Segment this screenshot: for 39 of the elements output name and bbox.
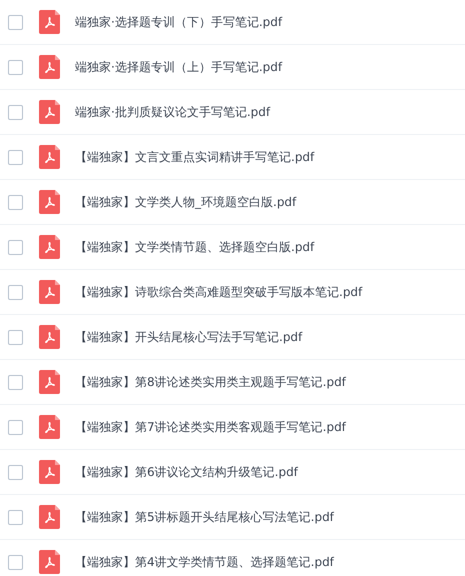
file-name[interactable]: 【端独家】第7讲论述类实用类客观题手写笔记.pdf xyxy=(75,418,346,436)
pdf-file-icon xyxy=(39,55,60,79)
checkbox[interactable] xyxy=(8,104,23,120)
pdf-file-icon xyxy=(39,550,60,574)
pdf-file-icon xyxy=(39,505,60,529)
checkbox[interactable] xyxy=(8,554,23,570)
file-name[interactable]: 【端独家】诗歌综合类高难题型突破手写版本笔记.pdf xyxy=(75,284,362,300)
file-name[interactable]: 【端独家】第5讲标题开头结尾核心写法笔记.pdf xyxy=(75,508,334,526)
file-name[interactable]: 【端独家】文学类人物_环境题空白版.pdf xyxy=(75,194,296,210)
file-name[interactable]: 【端独家】文学类情节题、选择题空白版.pdf xyxy=(75,238,314,256)
checkbox[interactable] xyxy=(8,14,23,30)
pdf-file-icon xyxy=(39,100,60,124)
checkbox[interactable] xyxy=(8,194,23,210)
pdf-file-icon xyxy=(39,190,60,214)
checkbox[interactable] xyxy=(8,60,23,74)
file-name[interactable]: 【端独家】文言文重点实词精讲手写笔记.pdf xyxy=(75,148,314,166)
pdf-file-icon xyxy=(39,325,60,349)
pdf-file-icon xyxy=(39,280,60,304)
pdf-file-icon xyxy=(39,235,60,259)
pdf-file-icon xyxy=(39,10,60,34)
file-name[interactable]: 端独家·选择题专训（下）手写笔记.pdf xyxy=(75,14,282,30)
pdf-file-icon xyxy=(39,460,60,484)
pdf-file-icon xyxy=(39,370,60,394)
file-name[interactable]: 【端独家】第4讲文学类情节题、选择题笔记.pdf xyxy=(75,554,334,570)
file-name[interactable]: 【端独家】第6讲议论文结构升级笔记.pdf xyxy=(75,464,298,480)
file-name[interactable]: 【端独家】第8讲论述类实用类主观题手写笔记.pdf xyxy=(75,374,346,390)
file-name[interactable]: 【端独家】开头结尾核心写法手写笔记.pdf xyxy=(75,328,302,346)
pdf-file-icon xyxy=(39,145,60,169)
checkbox[interactable] xyxy=(8,150,23,164)
checkbox[interactable] xyxy=(8,374,23,390)
checkbox[interactable] xyxy=(8,420,23,434)
pdf-file-icon xyxy=(39,415,60,439)
file-name[interactable]: 端独家·选择题专训（上）手写笔记.pdf xyxy=(75,58,282,76)
file-name[interactable]: 端独家·批判质疑议论文手写笔记.pdf xyxy=(75,104,270,120)
checkbox[interactable] xyxy=(8,510,23,524)
checkbox[interactable] xyxy=(8,464,23,480)
checkbox[interactable] xyxy=(8,284,23,300)
checkbox[interactable] xyxy=(8,240,23,254)
checkbox[interactable] xyxy=(8,330,23,344)
